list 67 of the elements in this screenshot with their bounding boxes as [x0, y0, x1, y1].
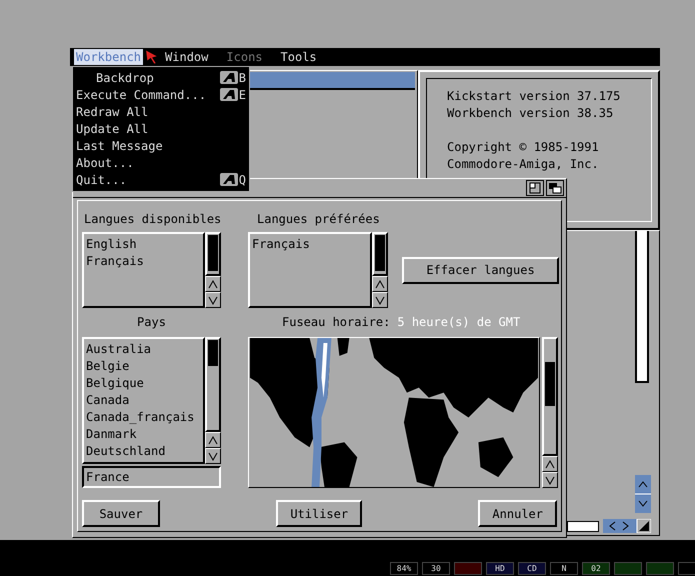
- list-item[interactable]: Belgie: [86, 358, 201, 375]
- scroll-arrows-icon[interactable]: [603, 519, 651, 533]
- status-led: 84%: [390, 562, 418, 575]
- action-button[interactable]: Annuler: [478, 500, 557, 527]
- timezone-label: Fuseau horaire:: [282, 314, 390, 331]
- clear-languages-button[interactable]: Effacer langues: [402, 256, 559, 284]
- scroll-down-icon[interactable]: [205, 448, 221, 464]
- list-item[interactable]: Canada_français: [86, 409, 201, 426]
- scroll-down-icon[interactable]: [372, 292, 388, 308]
- list-item[interactable]: English: [86, 236, 201, 253]
- menu-title[interactable]: Tools: [278, 49, 319, 65]
- list-item[interactable]: Belgique: [86, 375, 201, 392]
- scroll-up-icon[interactable]: [205, 276, 221, 292]
- menu-item-label: Backdrop: [96, 70, 154, 84]
- list-label: Langues préférées: [257, 211, 381, 228]
- menu-item-label: Quit...: [76, 172, 127, 186]
- scroll-arrows-icon[interactable]: [635, 475, 651, 513]
- amiga-key-icon: [220, 173, 238, 186]
- status-led: N: [550, 562, 578, 575]
- version-text: Workbench version 38.35: [447, 105, 614, 122]
- menu-item[interactable]: Execute Command... E: [76, 86, 246, 103]
- copyright-text: Copyright © 1985-1991: [447, 139, 600, 156]
- list-item[interactable]: Français: [252, 236, 368, 253]
- copyright-text: Commodore-Amiga, Inc.: [447, 156, 600, 173]
- scroll-up-icon[interactable]: [542, 456, 558, 472]
- menu-item-label: Execute Command...: [76, 88, 206, 102]
- list-item[interactable]: Canada: [86, 392, 201, 409]
- menu-item-label: Redraw All: [76, 104, 148, 118]
- version-text: Kickstart version 37.175: [447, 88, 622, 105]
- menu-item[interactable]: Update All: [76, 120, 246, 137]
- scroll-up-icon[interactable]: [205, 432, 221, 448]
- menu-item[interactable]: Redraw All: [76, 103, 246, 120]
- menu-item[interactable]: Last Message: [76, 137, 246, 154]
- action-button[interactable]: Sauver: [82, 500, 160, 527]
- amiga-key-icon: [220, 88, 238, 101]
- shortcut-key: Q: [238, 172, 246, 186]
- list-label: Pays: [136, 314, 167, 331]
- action-button[interactable]: Utiliser: [276, 500, 362, 527]
- amiga-key-icon: [220, 71, 238, 84]
- menu-title[interactable]: Window: [163, 49, 210, 65]
- list-item[interactable]: Danmark: [86, 426, 201, 443]
- status-led: 02: [582, 562, 610, 575]
- zoom-gadget-icon[interactable]: [526, 180, 544, 196]
- menu-item[interactable]: Backdrop B: [76, 69, 246, 86]
- scroll-up-icon[interactable]: [372, 276, 388, 292]
- status-led: 30: [422, 562, 450, 575]
- list-label: Langues disponibles: [84, 211, 221, 228]
- depth-gadget-icon[interactable]: [546, 180, 564, 196]
- status-led: CD: [518, 562, 546, 575]
- scroll-down-icon[interactable]: [205, 292, 221, 308]
- status-led: HD: [486, 562, 514, 575]
- menu-item-label: Update All: [76, 122, 148, 136]
- country-field[interactable]: France: [82, 466, 221, 488]
- list-item[interactable]: Deutschland: [86, 443, 201, 460]
- scrollbar[interactable]: [567, 520, 599, 532]
- menu-item[interactable]: About...: [76, 154, 246, 171]
- list-item[interactable]: Français: [86, 253, 201, 270]
- scrollbar[interactable]: [635, 231, 649, 383]
- menu-item[interactable]: Quit... Q: [76, 171, 246, 188]
- list-item[interactable]: Australia: [86, 341, 201, 358]
- timezone-value: 5 heure(s) de GMT: [397, 314, 520, 331]
- shortcut-key: E: [238, 88, 246, 102]
- menu-item-label: Last Message: [76, 138, 163, 152]
- shortcut-key: B: [238, 70, 246, 84]
- world-map-drawing[interactable]: [248, 337, 540, 488]
- menu-item-label: About...: [76, 156, 134, 170]
- scroll-down-icon[interactable]: [542, 472, 558, 488]
